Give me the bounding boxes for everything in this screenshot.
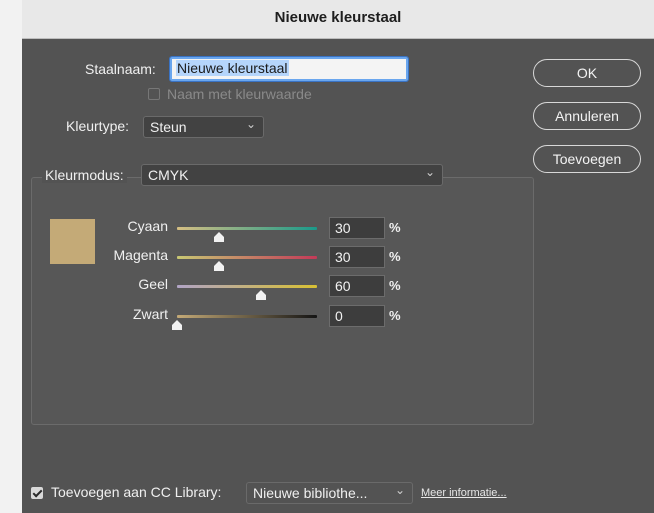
more-info-link[interactable]: Meer informatie... bbox=[421, 487, 507, 499]
name-with-value-label: Naam met kleurwaarde bbox=[167, 86, 312, 102]
window-title: Nieuwe kleurstaal bbox=[274, 9, 402, 26]
percent-sign: % bbox=[389, 278, 401, 293]
slider-track[interactable] bbox=[177, 285, 317, 288]
slider-track[interactable] bbox=[177, 256, 317, 259]
title-bar: Nieuwe kleurstaal bbox=[22, 0, 654, 39]
add-to-cc-library-label: Toevoegen aan CC Library: bbox=[51, 484, 222, 500]
slider-track[interactable] bbox=[177, 315, 317, 318]
swatch-name-value: Nieuwe kleurstaal bbox=[176, 60, 289, 76]
swatch-name-input[interactable]: Nieuwe kleurstaal bbox=[169, 56, 409, 82]
slider-label: Geel bbox=[138, 276, 168, 292]
color-mode-select[interactable]: CMYK ⌄ bbox=[141, 164, 443, 186]
color-mode-label: Kleurmodus: bbox=[42, 167, 127, 183]
percent-sign: % bbox=[389, 249, 401, 264]
library-value: Nieuwe bibliothe... bbox=[253, 485, 368, 501]
cancel-button[interactable]: Annuleren bbox=[533, 102, 641, 130]
slider-value-input[interactable]: 30 bbox=[329, 217, 385, 239]
chevron-down-icon: ⌄ bbox=[424, 165, 435, 179]
add-to-cc-library-checkbox[interactable] bbox=[31, 487, 43, 499]
color-mode-value: CMYK bbox=[148, 167, 189, 183]
color-type-value: Steun bbox=[150, 119, 187, 135]
ok-button[interactable]: OK bbox=[533, 59, 641, 87]
color-type-label: Kleurtype: bbox=[66, 118, 130, 134]
library-select[interactable]: Nieuwe bibliothe... ⌄ bbox=[246, 482, 413, 504]
slider-value-input[interactable]: 0 bbox=[329, 305, 385, 327]
slider-label: Zwart bbox=[133, 306, 168, 322]
slider-value-input[interactable]: 30 bbox=[329, 246, 385, 268]
slider-label: Magenta bbox=[113, 247, 168, 263]
chevron-down-icon: ⌄ bbox=[245, 117, 256, 131]
new-swatch-dialog: Nieuwe kleurstaal Staalnaam: Nieuwe kleu… bbox=[22, 0, 654, 513]
slider-label: Cyaan bbox=[127, 218, 168, 234]
add-button[interactable]: Toevoegen bbox=[533, 145, 641, 173]
percent-sign: % bbox=[389, 308, 401, 323]
chevron-down-icon: ⌄ bbox=[394, 483, 405, 497]
swatch-name-label: Staalnaam: bbox=[85, 61, 156, 77]
percent-sign: % bbox=[389, 220, 401, 235]
color-type-select[interactable]: Steun ⌄ bbox=[143, 116, 264, 138]
color-mode-group bbox=[31, 177, 534, 425]
slider-value-input[interactable]: 60 bbox=[329, 275, 385, 297]
slider-track[interactable] bbox=[177, 227, 317, 230]
name-with-value-checkbox[interactable] bbox=[148, 88, 160, 100]
